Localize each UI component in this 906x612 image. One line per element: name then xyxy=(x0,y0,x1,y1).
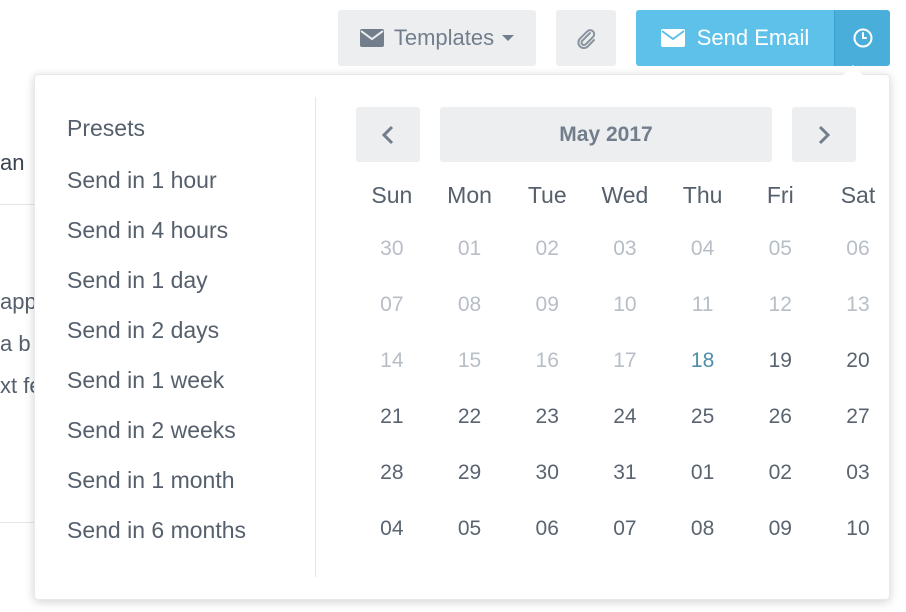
send-email-button[interactable]: Send Email xyxy=(636,10,834,66)
weekday-header: Sun Mon Tue Wed Thu Fri Sat xyxy=(353,182,897,209)
calendar-day[interactable]: 08 xyxy=(664,517,742,541)
calendar-day[interactable]: 24 xyxy=(586,405,664,429)
calendar-day[interactable]: 20 xyxy=(819,349,897,373)
calendar-day[interactable]: 02 xyxy=(741,461,819,485)
paperclip-icon xyxy=(577,29,596,49)
calendar-day: 16 xyxy=(535,349,559,372)
weekday-wed: Wed xyxy=(601,182,649,208)
background-text: a b xyxy=(0,331,31,356)
presets-title: Presets xyxy=(67,115,145,141)
calendar-day: 02 xyxy=(535,237,559,260)
calendar-day[interactable]: 10 xyxy=(819,517,897,541)
calendar-day[interactable]: 28 xyxy=(353,461,431,485)
background-text: an xyxy=(0,150,25,175)
calendar-day[interactable]: 04 xyxy=(353,517,431,541)
calendar-day[interactable]: 29 xyxy=(431,461,509,485)
next-month-button[interactable] xyxy=(792,107,856,162)
calendar-day: 14 xyxy=(380,349,404,372)
calendar-day[interactable]: 27 xyxy=(819,405,897,429)
preset-send-in-1-day[interactable]: Send in 1 day xyxy=(67,268,246,318)
send-email-label: Send Email xyxy=(696,25,810,50)
weekday-thu: Thu xyxy=(682,182,723,208)
calendar-day[interactable]: 07 xyxy=(586,517,664,541)
calendar-day-today[interactable]: 18 xyxy=(664,349,742,373)
background-text: app xyxy=(0,289,37,314)
calendar-day: 30 xyxy=(380,237,404,260)
chevron-left-icon xyxy=(381,125,394,144)
calendar-day[interactable]: 23 xyxy=(508,405,586,429)
preset-send-in-6-months[interactable]: Send in 6 months xyxy=(67,518,246,568)
envelope-icon xyxy=(359,29,384,47)
calendar-day[interactable]: 01 xyxy=(664,461,742,485)
calendar-week: 30 01 02 03 04 05 06 xyxy=(353,237,897,261)
calendar-day[interactable]: 25 xyxy=(664,405,742,429)
calendar-day: 01 xyxy=(457,237,482,260)
calendar-day[interactable]: 19 xyxy=(741,349,819,373)
clock-icon xyxy=(853,28,872,48)
panel-divider xyxy=(315,97,316,577)
weekday-mon: Mon xyxy=(447,182,492,208)
calendar-day: 10 xyxy=(613,293,637,316)
templates-button[interactable]: Templates xyxy=(338,10,536,66)
calendar-day: 12 xyxy=(768,293,792,316)
calendar-day[interactable]: 09 xyxy=(741,517,819,541)
calendar-day[interactable]: 26 xyxy=(741,405,819,429)
calendar-day: 13 xyxy=(846,293,870,316)
envelope-icon xyxy=(660,29,685,47)
presets-panel: Presets Send in 1 hour Send in 4 hours S… xyxy=(67,115,246,568)
calendar-day: 05 xyxy=(768,237,792,260)
chevron-down-icon xyxy=(502,35,515,41)
calendar-week: 28 29 30 31 01 02 03 xyxy=(353,461,897,485)
calendar-day: 09 xyxy=(535,293,559,316)
calendar-day: 04 xyxy=(690,237,715,260)
calendar-day: 03 xyxy=(613,237,637,260)
calendar-week: 04 05 06 07 08 09 10 xyxy=(353,517,897,541)
calendar-day[interactable]: 06 xyxy=(508,517,586,541)
calendar-day: 06 xyxy=(846,237,870,260)
weekday-tue: Tue xyxy=(527,182,567,208)
preset-send-in-2-weeks[interactable]: Send in 2 weeks xyxy=(67,418,246,468)
calendar-day[interactable]: 30 xyxy=(508,461,586,485)
chevron-right-icon xyxy=(818,125,831,144)
templates-label: Templates xyxy=(393,25,495,50)
calendar-day[interactable]: 21 xyxy=(353,405,431,429)
preset-send-in-1-month[interactable]: Send in 1 month xyxy=(67,468,246,518)
calendar-week: 07 08 09 10 11 12 13 xyxy=(353,293,897,317)
calendar-day[interactable]: 31 xyxy=(586,461,664,485)
calendar-day: 07 xyxy=(380,293,404,316)
schedule-popover: Presets Send in 1 hour Send in 4 hours S… xyxy=(34,74,890,600)
weekday-sun: Sun xyxy=(371,182,413,208)
preset-send-in-1-hour[interactable]: Send in 1 hour xyxy=(67,168,246,218)
calendar-day[interactable]: 03 xyxy=(819,461,897,485)
schedule-send-button[interactable] xyxy=(834,10,890,66)
attach-button[interactable] xyxy=(556,10,616,66)
calendar-day[interactable]: 05 xyxy=(431,517,509,541)
month-label: May 2017 xyxy=(440,107,772,162)
popover-arrow xyxy=(843,65,863,75)
preset-send-in-2-days[interactable]: Send in 2 days xyxy=(67,318,246,368)
weekday-sat: Sat xyxy=(840,182,876,208)
calendar-day[interactable]: 22 xyxy=(431,405,509,429)
calendar-day: 08 xyxy=(457,293,482,316)
calendar-day: 17 xyxy=(613,349,637,372)
preset-send-in-4-hours[interactable]: Send in 4 hours xyxy=(67,218,246,268)
calendar-week: 14 15 16 17 18 19 20 xyxy=(353,349,897,373)
weekday-fri: Fri xyxy=(766,182,794,208)
preset-send-in-1-week[interactable]: Send in 1 week xyxy=(67,368,246,418)
calendar-day: 11 xyxy=(691,293,714,316)
prev-month-button[interactable] xyxy=(356,107,420,162)
calendar-day: 15 xyxy=(457,349,482,372)
calendar-week: 21 22 23 24 25 26 27 xyxy=(353,405,897,429)
